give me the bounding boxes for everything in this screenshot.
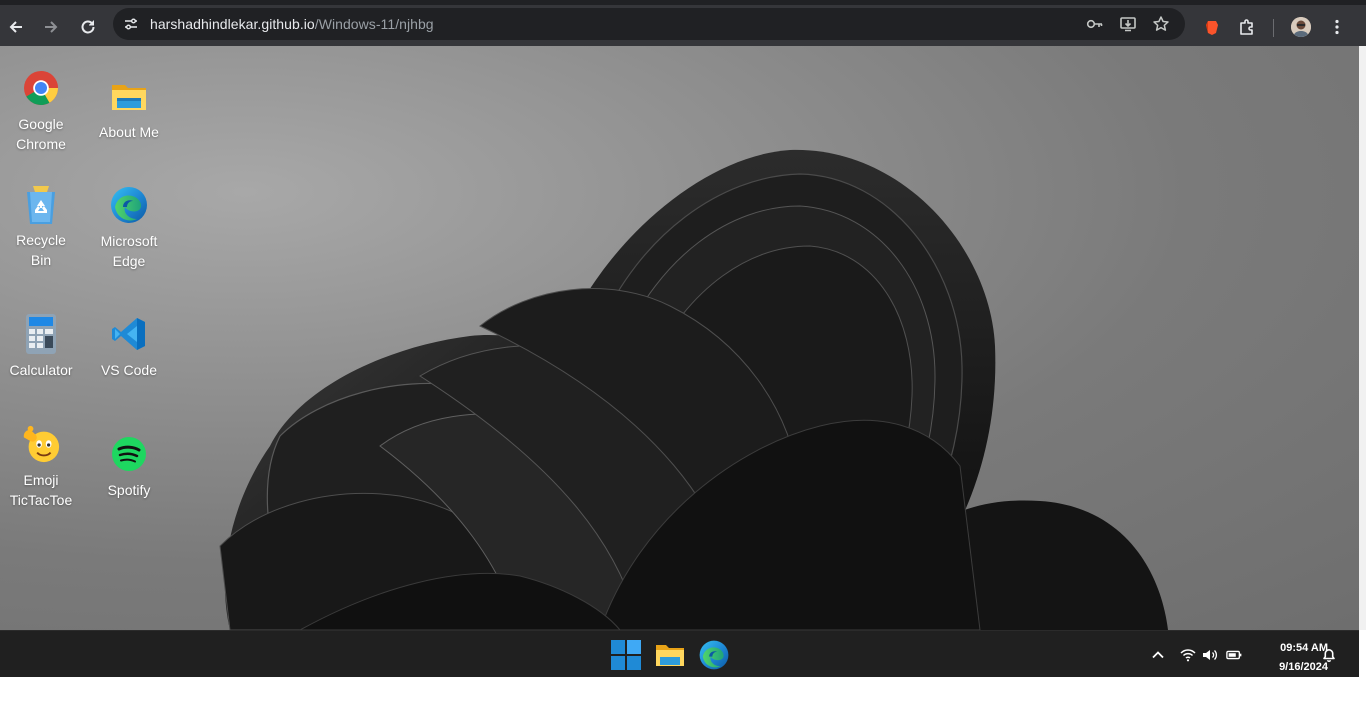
chevron-up-icon (1152, 651, 1164, 659)
site-info-icon (125, 18, 137, 30)
edge-icon (699, 640, 729, 670)
folder-icon (109, 76, 149, 116)
back-button[interactable] (3, 14, 29, 40)
edge-icon (109, 185, 149, 225)
extensions-puzzle-icon (1240, 19, 1253, 35)
desktop-icon-label: Recycle Bin (16, 232, 66, 268)
brave-extension-button[interactable] (1200, 15, 1224, 39)
desktop-icon-label: Google Chrome (16, 116, 66, 152)
bookmark-star-icon (1153, 16, 1169, 31)
more-menu-button[interactable] (1325, 15, 1349, 39)
avatar-icon (1291, 17, 1311, 37)
notification-bell-icon (1323, 649, 1335, 662)
file-explorer-icon (656, 645, 684, 666)
vscode-icon (109, 314, 149, 354)
volume-button[interactable] (1202, 647, 1218, 663)
password-key-icon (1086, 19, 1103, 29)
password-key-button[interactable] (1085, 14, 1105, 34)
site-info-button[interactable] (119, 12, 143, 36)
system-clock[interactable]: 09:54 AM 9/16/2024 (1252, 639, 1328, 677)
desktop-icon-label: Calculator (9, 362, 73, 378)
desktop-icon-label: Spotify (107, 482, 151, 498)
bookmark-button[interactable] (1151, 14, 1171, 34)
desktop-icon-edge[interactable]: Microsoft Edge (89, 185, 169, 271)
extension-brave-icon (1206, 21, 1218, 35)
wallpaper-bloom (219, 149, 1168, 630)
recycle-bin-icon (21, 184, 61, 224)
battery-icon (1226, 650, 1242, 660)
calculator-icon (21, 314, 61, 354)
taskbar-edge[interactable] (697, 638, 731, 672)
emoji-icon (21, 424, 61, 464)
desktop-icon-label: About Me (99, 124, 159, 140)
desktop-icon-chrome[interactable]: Google Chrome (1, 68, 81, 154)
spotify-icon (109, 434, 149, 474)
forward-button[interactable] (38, 14, 64, 40)
wifi-icon (1180, 649, 1196, 662)
back-arrow-icon (9, 21, 22, 33)
desktop-icon-recycle-bin[interactable]: Recycle Bin (1, 184, 81, 270)
browser-toolbar: harshadhindlekar.github.io/Windows-11/nj… (0, 0, 1366, 46)
install-app-icon (1120, 17, 1136, 32)
start-button[interactable] (609, 638, 643, 672)
forward-arrow-icon (45, 21, 58, 33)
taskbar-file-explorer[interactable] (653, 638, 687, 672)
desktop-icon-emoji-tictactoe[interactable]: Emoji TicTacToe (1, 424, 81, 510)
desktop-icon-calculator[interactable]: Calculator (1, 314, 81, 380)
volume-icon (1203, 650, 1218, 660)
windows-start-icon (611, 640, 641, 670)
profile-avatar[interactable] (1291, 17, 1311, 37)
desktop-icon-label: Microsoft Edge (100, 233, 158, 269)
address-bar[interactable]: harshadhindlekar.github.io/Windows-11/nj… (113, 8, 1185, 40)
clock-time: 09:54 AM (1280, 642, 1328, 654)
desktop-icon-label: VS Code (100, 362, 158, 378)
page-scrollbar[interactable] (1359, 46, 1366, 630)
battery-button[interactable] (1226, 647, 1242, 663)
wifi-button[interactable] (1180, 647, 1196, 663)
show-hidden-icons-button[interactable] (1150, 647, 1166, 663)
desktop-icon-spotify[interactable]: Spotify (89, 434, 169, 500)
toolbar-separator (1273, 19, 1274, 37)
install-app-button[interactable] (1118, 14, 1138, 34)
reload-icon (81, 20, 95, 34)
page-below-area (0, 677, 1366, 718)
url-path: /Windows-11/njhbg (314, 16, 434, 32)
desktop-icon-label: Emoji TicTacToe (9, 472, 73, 508)
desktop-icon-vscode[interactable]: VS Code (89, 314, 169, 380)
extensions-button[interactable] (1235, 15, 1259, 39)
taskbar: 09:54 AM 9/16/2024 (0, 630, 1359, 677)
url-host: harshadhindlekar.github.io (150, 16, 315, 32)
desktop[interactable]: Google Chrome About Me Recycle Bin Micro… (0, 46, 1359, 630)
notifications-button[interactable] (1321, 647, 1337, 663)
clock-date: 9/16/2024 (1279, 661, 1328, 673)
chrome-icon (21, 68, 61, 108)
url-text[interactable]: harshadhindlekar.github.io/Windows-11/nj… (150, 16, 434, 32)
more-menu-icon (1335, 19, 1339, 35)
reload-button[interactable] (75, 14, 101, 40)
desktop-icon-about-me[interactable]: About Me (89, 76, 169, 142)
